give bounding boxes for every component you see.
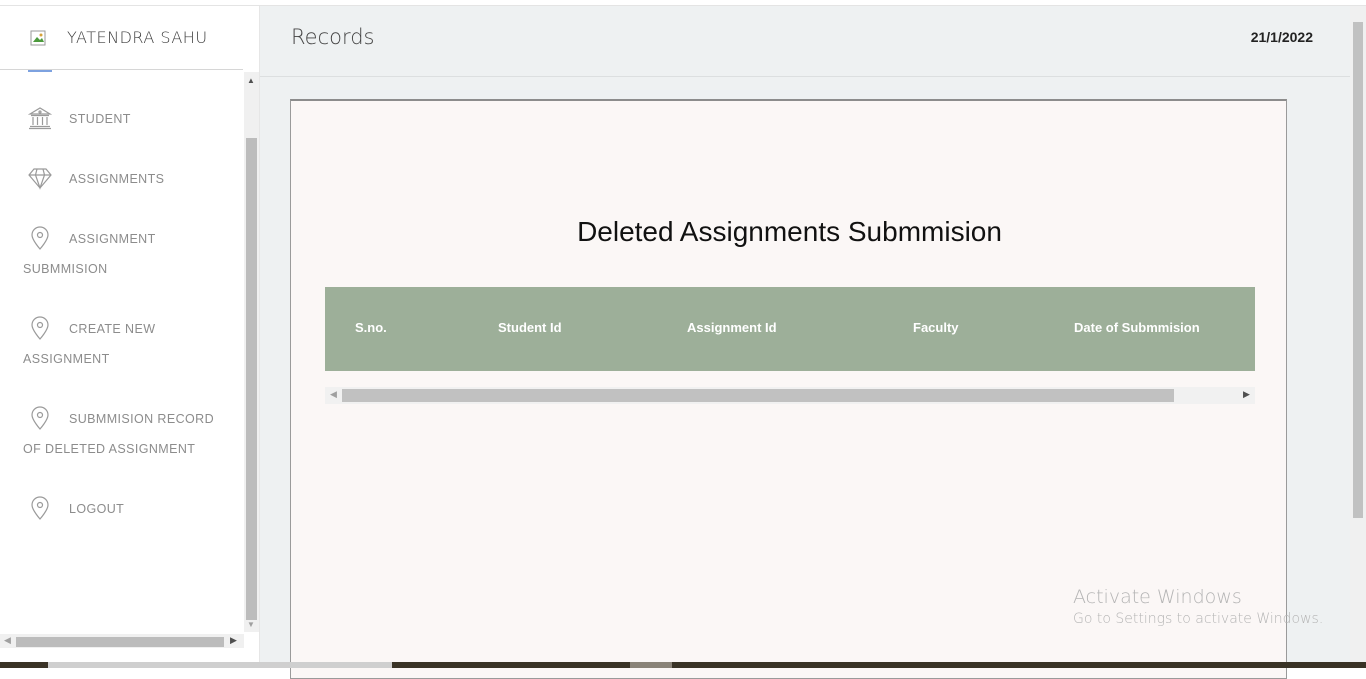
column-header-date-of-submmision: Date of Submmision: [1074, 320, 1200, 335]
sidebar-item-label: ASSIGNMENTS: [69, 172, 165, 186]
sidebar-item-label: ASSIGNMENT SUBMMISION: [23, 232, 156, 276]
brand-name: YATENDRA SAHU: [67, 28, 208, 47]
scrollbar-thumb[interactable]: [16, 637, 224, 647]
page-title: Records: [291, 25, 375, 49]
scrollbar-thumb[interactable]: [246, 138, 257, 620]
scroll-right-arrow-icon[interactable]: ▶: [230, 635, 237, 646]
sidebar-vertical-scrollbar[interactable]: ▲ ▼: [244, 72, 259, 632]
taskbar-segment: [48, 662, 392, 668]
scroll-up-arrow-icon[interactable]: ▲: [247, 76, 255, 85]
current-date: 21/1/2022: [1250, 29, 1313, 45]
records-table-header: S.no. Student Id Assignment Id Faculty D…: [325, 287, 1255, 371]
scrollbar-thumb[interactable]: [342, 389, 1174, 402]
column-header-student-id: Student Id: [498, 320, 562, 335]
sidebar: YATENDRA SAHU STUDENT ASSIGNMENTS ASSIGN…: [0, 6, 260, 662]
column-header-assignment-id: Assignment Id: [687, 320, 777, 335]
taskbar-edge: [0, 662, 1366, 668]
sidebar-item-label: LOGOUT: [69, 502, 125, 516]
active-indicator: [28, 70, 52, 72]
page-header: Records 21/1/2022: [260, 6, 1350, 77]
sidebar-horizontal-scrollbar[interactable]: ◀ ▶: [0, 634, 244, 648]
page-vertical-scrollbar[interactable]: [1350, 6, 1366, 662]
sidebar-item-label: STUDENT: [69, 112, 131, 126]
scroll-down-arrow-icon[interactable]: ▼: [247, 620, 255, 629]
column-header-faculty: Faculty: [913, 320, 959, 335]
table-horizontal-scrollbar[interactable]: ◀ ▶: [325, 387, 1255, 404]
activate-windows-watermark: Activate Windows: [1073, 586, 1242, 608]
sidebar-item-label: CREATE NEW ASSIGNMENT: [23, 322, 156, 366]
scroll-right-arrow-icon[interactable]: ▶: [1243, 389, 1250, 400]
scroll-left-arrow-icon[interactable]: ◀: [4, 635, 11, 646]
scroll-left-arrow-icon[interactable]: ◀: [330, 389, 337, 400]
card-title: Deleted Assignments Submmision: [577, 216, 1002, 247]
sidebar-item-label: SUBMMISION RECORD OF DELETED ASSIGNMENT: [23, 412, 215, 456]
column-header-sno: S.no.: [355, 320, 387, 335]
scrollbar-thumb[interactable]: [1353, 22, 1363, 518]
main-content: Records 21/1/2022 Deleted Assignments Su…: [260, 6, 1350, 679]
taskbar-segment: [630, 662, 672, 668]
activate-windows-hint: Go to Settings to activate Windows.: [1073, 611, 1324, 627]
broken-image-icon: [30, 30, 46, 46]
brand[interactable]: YATENDRA SAHU: [0, 6, 243, 70]
